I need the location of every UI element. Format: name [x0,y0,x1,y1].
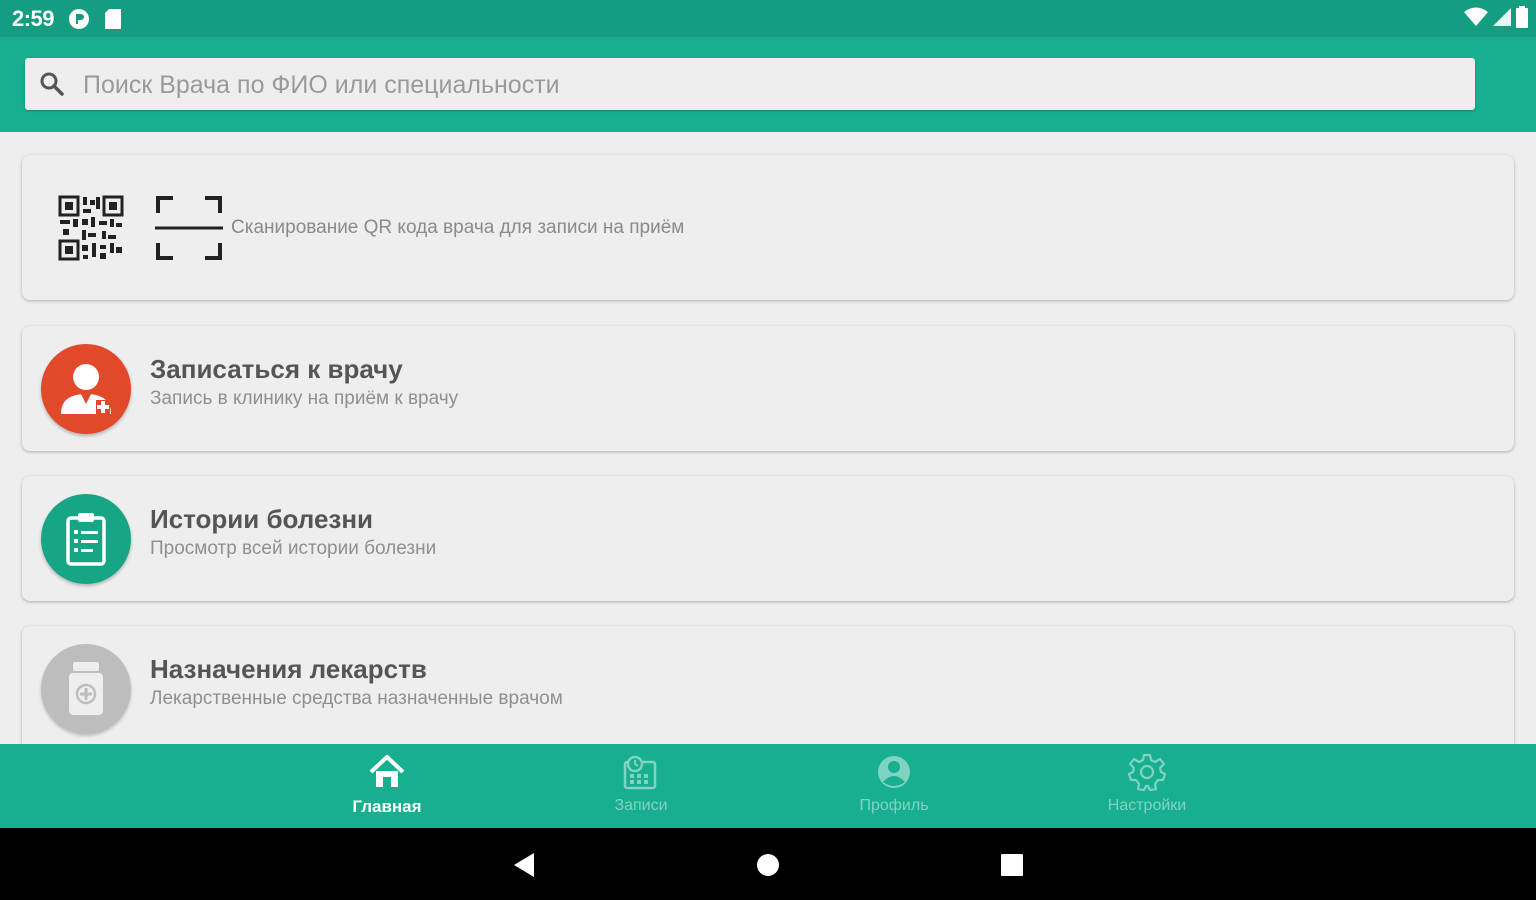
doctor-icon [41,344,131,434]
bottom-navigation: Главная Записи Профиль Настройки [0,744,1536,828]
nav-label: Записи [614,797,668,814]
nav-tab-appointments[interactable]: Записи [561,744,721,828]
app-notification-icon [68,8,90,35]
menu-item-subtitle: Запись в клинику на приём к врачу [150,388,459,409]
recents-icon[interactable] [1000,853,1024,882]
sd-card-icon [104,8,122,35]
home-button-icon[interactable] [756,853,780,882]
search-icon [39,71,65,102]
appointments-icon [621,752,661,797]
qr-scan-card[interactable]: Сканирование QR кода врача для записи на… [22,155,1514,300]
scan-frame-icon [155,195,223,266]
system-navigation-bar [0,828,1536,900]
home-icon [367,752,407,797]
search-input[interactable] [81,58,1465,112]
qr-scan-label: Сканирование QR кода врача для записи на… [231,217,685,238]
nav-label: Профиль [859,797,929,814]
wifi-icon [1464,7,1488,32]
qr-code-icon [58,195,124,266]
status-time: 2:59 [12,6,55,31]
menu-item-appointment[interactable]: Записаться к врачу Запись в клинику на п… [22,326,1514,451]
app-header [0,37,1536,132]
signal-icon [1492,7,1512,32]
menu-item-title: Истории болезни [150,504,374,534]
battery-icon [1516,5,1528,33]
nav-tab-home[interactable]: Главная [307,744,467,828]
settings-icon [1127,752,1167,797]
menu-item-medical-history[interactable]: Истории болезни Просмотр всей истории бо… [22,476,1514,601]
nav-tab-settings[interactable]: Настройки [1067,744,1227,828]
menu-item-title: Записаться к врачу [150,354,403,384]
medicine-bottle-icon [41,644,131,734]
search-bar[interactable] [25,58,1475,112]
profile-icon [874,752,914,797]
status-bar: 2:59 [0,0,1536,37]
menu-item-subtitle: Лекарственные средства назначенные врачо… [150,688,563,709]
nav-label: Главная [352,797,422,816]
nav-label: Настройки [1107,797,1187,814]
status-indicators [1464,5,1528,33]
menu-item-title: Назначения лекарств [150,654,427,684]
nav-tab-profile[interactable]: Профиль [814,744,974,828]
clipboard-icon [41,494,131,584]
back-icon[interactable] [512,852,536,883]
menu-item-prescriptions[interactable]: Назначения лекарств Лекарственные средст… [22,626,1514,756]
menu-item-subtitle: Просмотр всей истории болезни [150,538,437,559]
